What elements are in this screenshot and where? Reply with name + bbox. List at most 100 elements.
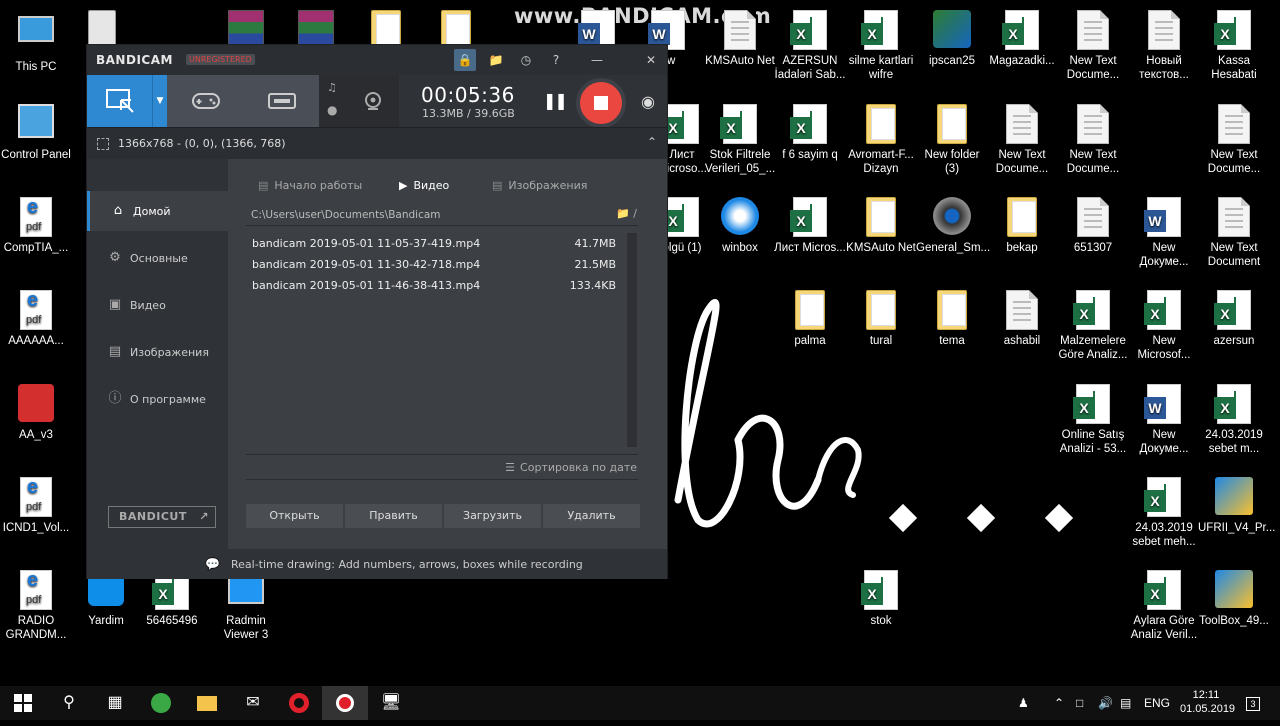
tip-bar[interactable]: 💬 Real-time drawing: Add numbers, arrows… — [87, 549, 667, 579]
desktop-icon[interactable]: X Stok Filtrele Verileri_05_... — [704, 104, 776, 176]
desktop-icon[interactable]: X Online Satış Analizi - 53... — [1057, 384, 1129, 456]
desktop-icon[interactable]: Xazersun — [1198, 290, 1270, 348]
mail-icon[interactable]: ✉ — [230, 686, 276, 720]
title-bar[interactable]: BANDICAM UNREGISTERED 🔒 📁 ◷ ? — ✕ — [87, 45, 667, 75]
tab-video[interactable]: ▶ Видео — [399, 179, 449, 192]
upload-button[interactable]: Загрузить — [444, 504, 541, 528]
desktop-icon[interactable]: tema — [916, 290, 988, 348]
tab-images[interactable]: ▤ Изображения — [492, 179, 587, 192]
stop-record-button[interactable] — [576, 78, 626, 128]
notification-icon[interactable]: 3 — [1246, 686, 1260, 720]
clock[interactable]: 12:11 01.05.2019 — [1180, 688, 1235, 716]
sidebar-item-video[interactable]: ▣ Видео — [87, 285, 228, 325]
desktop-icon[interactable]: e pdf RADIO GRANDM... — [0, 570, 72, 642]
tab-getting-started[interactable]: ▤ Начало работы — [258, 179, 362, 192]
webcam-button[interactable] — [347, 75, 399, 127]
desktop-icon[interactable]: Radmin Viewer 3 — [210, 570, 282, 642]
desktop-icon[interactable]: General_Sm... — [916, 197, 990, 255]
task-view-icon[interactable]: ▦ — [92, 686, 138, 720]
desktop-icon[interactable]: X Magazadki... — [986, 10, 1058, 68]
lock-icon[interactable]: 🔒 — [454, 49, 476, 71]
desktop-icon[interactable]: X 24.03.2019 sebet m... — [1198, 384, 1270, 456]
pause-button[interactable]: ❚❚ — [543, 91, 568, 110]
chevron-up-icon[interactable]: ⌃ — [647, 135, 657, 149]
desktop-icon[interactable]: KMSAuto Net — [845, 197, 917, 255]
desktop-icon[interactable]: Avromart-F... Dizayn — [845, 104, 917, 176]
desktop-icon[interactable]: palma — [774, 290, 846, 348]
desktop-icon[interactable]: New Text Docume... — [986, 104, 1058, 176]
bandicam-taskbar-icon[interactable] — [322, 686, 368, 720]
edit-button[interactable]: Править — [345, 504, 442, 528]
hdmi-mode-button[interactable] — [243, 75, 319, 127]
desktop-icon[interactable]: AA_v3 — [0, 384, 72, 442]
desktop-icon[interactable]: X New Microsof... — [1128, 290, 1200, 362]
desktop-icon[interactable]: X Malzemelere Göre Analiz... — [1057, 290, 1129, 362]
minimize-icon[interactable]: — — [586, 49, 608, 71]
desktop-icon[interactable]: ashabil — [986, 290, 1058, 348]
desktop-icon[interactable]: W New Докуме... — [1128, 384, 1200, 456]
chrome-like-app-icon[interactable] — [138, 686, 184, 720]
clock-icon[interactable]: ◷ — [515, 49, 537, 71]
desktop-icon[interactable]: Control Panel — [0, 104, 72, 162]
desktop-icon[interactable]: New Text Docume... — [1057, 10, 1129, 82]
opera-icon[interactable] — [276, 686, 322, 720]
desktop-icon[interactable]: X Лист Micros... — [774, 197, 846, 255]
network-icon[interactable]: □ — [1076, 686, 1083, 720]
desktop-icon[interactable]: Xstok — [845, 570, 917, 628]
screen-mode-button[interactable]: ▼ — [87, 75, 167, 127]
open-folder-icon[interactable]: 📁 / — [616, 207, 637, 220]
file-explorer-icon[interactable] — [184, 686, 230, 720]
desktop-icon[interactable]: ipscan25 — [916, 10, 988, 68]
people-icon[interactable]: ♟ — [1018, 686, 1029, 720]
desktop-icon[interactable]: New Text Docume... — [1057, 104, 1129, 176]
screenshot-icon[interactable]: ◉ — [641, 92, 655, 111]
sidebar-item-images[interactable]: ▤ Изображения — [87, 332, 228, 372]
desktop-icon[interactable]: KMSAuto Net — [704, 10, 776, 68]
desktop-icon[interactable]: X Kassa Hesabati — [1198, 10, 1270, 82]
desktop-icon[interactable]: W New Докуме... — [1128, 197, 1200, 269]
desktop-icon[interactable]: X AZERSUN İadaləri Sab... — [774, 10, 846, 82]
folder-icon[interactable]: 📁 — [485, 49, 507, 71]
desktop-icon[interactable]: tural — [845, 290, 917, 348]
desktop-icon[interactable]: New Text Document — [1198, 197, 1270, 269]
delete-button[interactable]: Удалить — [543, 504, 640, 528]
region-bar[interactable]: 1366x768 - (0, 0), (1366, 768) ⌃ — [87, 127, 667, 159]
desktop-icon[interactable]: New folder (3) — [916, 104, 988, 176]
desktop-icon[interactable]: X 24.03.2019 sebet meh... — [1128, 477, 1200, 549]
bandicut-button[interactable]: BANDICUT ↗ — [108, 506, 216, 528]
desktop-icon[interactable]: e pdf AAAAAA... — [0, 290, 72, 348]
desktop-icon[interactable]: 651307 — [1057, 197, 1129, 255]
sidebar-item-about[interactable]: ⓘ О программе — [87, 379, 228, 419]
action-icon[interactable]: ▤ — [1120, 686, 1131, 720]
game-mode-button[interactable] — [167, 75, 243, 127]
desktop-icon[interactable]: ToolBox_49... — [1198, 570, 1270, 628]
desktop-icon[interactable]: Новый текстов... — [1128, 10, 1200, 82]
search-icon[interactable]: ⚲ — [46, 686, 92, 720]
sidebar-item-home[interactable]: ⌂ Домой — [87, 191, 228, 231]
desktop-icon[interactable]: X Aylara Göre Analiz Veril... — [1128, 570, 1200, 642]
desktop-icon[interactable]: Xsilme kartlari wifre — [845, 10, 917, 82]
file-row[interactable]: bandicam 2019-05-01 11-30-42-718.mp4 21.… — [246, 254, 626, 275]
start-button[interactable] — [0, 686, 46, 720]
desktop-icon[interactable]: e pdf CompTIA_... — [0, 197, 72, 255]
network-app-icon[interactable]: 🖥 — [368, 686, 414, 720]
help-icon[interactable]: ? — [545, 49, 567, 71]
language-indicator[interactable]: ENG — [1144, 686, 1170, 720]
file-row[interactable]: bandicam 2019-05-01 11-46-38-413.mp4 133… — [246, 275, 626, 296]
file-row[interactable]: bandicam 2019-05-01 11-05-37-419.mp4 41.… — [246, 233, 626, 254]
desktop-icon[interactable]: UFRII_V4_Pr... — [1198, 477, 1275, 535]
desktop-icon[interactable]: New Text Docume... — [1198, 104, 1270, 176]
open-button[interactable]: Открыть — [246, 504, 343, 528]
desktop-icon[interactable]: bekap — [986, 197, 1058, 255]
speaker-icon[interactable]: ♫ — [327, 81, 337, 94]
close-icon[interactable]: ✕ — [640, 49, 662, 71]
desktop-icon[interactable]: e pdf ICND1_Vol... — [0, 477, 72, 535]
microphone-icon[interactable]: ● — [327, 103, 337, 117]
chevron-up-icon[interactable]: ⌃ — [1054, 686, 1064, 720]
unregistered-badge[interactable]: UNREGISTERED — [186, 54, 255, 65]
sort-by-date[interactable]: ☰ Сортировка по дате — [505, 461, 637, 474]
chevron-down-icon[interactable]: ▼ — [152, 75, 167, 127]
volume-icon[interactable]: 🔊 — [1098, 686, 1113, 720]
sidebar-item-general[interactable]: ⚙ Основные — [87, 238, 228, 278]
desktop-icon[interactable]: This PC — [0, 10, 72, 74]
